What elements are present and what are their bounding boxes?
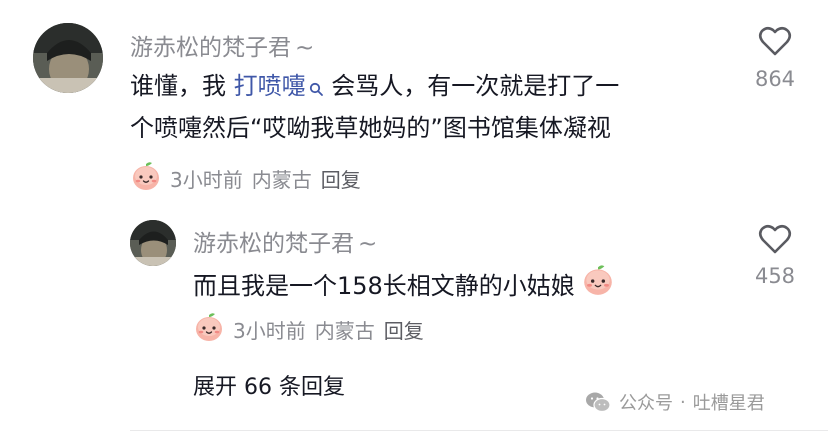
comment-line-1: 谁懂，我 打喷嚏 会骂人，有一次就是打了一 [130, 67, 730, 109]
search-icon [309, 70, 324, 109]
peach-emoji-icon [581, 263, 615, 309]
peach-emoji-icon [193, 311, 225, 348]
expand-replies-button[interactable]: 展开 66 条回复 [193, 369, 345, 401]
reply-location: 内蒙古 [314, 319, 375, 343]
comment-like-button[interactable]: 864 [745, 26, 805, 91]
reply-text-row: 而且我是一个158长相文静的小姑娘 [193, 263, 615, 309]
reply-username-text: 游赤松的梵子君 [193, 231, 354, 257]
reply-reply-button[interactable]: 回复 [384, 315, 424, 344]
comment-meta: 3小时前 内蒙古 回复 [130, 160, 361, 197]
wechat-icon [585, 391, 611, 413]
watermark: 公众号 · 吐槽星君 [585, 389, 765, 415]
reply-username-suffix: ~ [358, 231, 378, 257]
comment-location: 内蒙古 [251, 168, 312, 192]
commenter-username[interactable]: 游赤松的梵子君 ~ [130, 28, 314, 62]
reply-like-button[interactable]: 458 [745, 224, 805, 288]
comment-like-count: 864 [754, 67, 796, 91]
commenter-avatar[interactable] [33, 23, 103, 93]
heart-outline-icon [745, 224, 805, 259]
comment-line-2: 个喷嚏然后“哎呦我草她妈的”图书馆集体凝视 [130, 114, 611, 142]
reply-time: 3小时前 [233, 319, 306, 343]
reply-meta: 3小时前 内蒙古 回复 [193, 311, 424, 348]
comment-time: 3小时前 [170, 168, 243, 192]
reply-like-count: 458 [754, 264, 796, 288]
watermark-name: 吐槽星君 [692, 393, 765, 414]
peach-emoji-icon [130, 160, 162, 197]
reply-username[interactable]: 游赤松的梵子君 ~ [193, 224, 377, 258]
comment-reply-button[interactable]: 回复 [321, 164, 361, 193]
reply-avatar[interactable] [130, 220, 176, 266]
divider [130, 430, 828, 431]
comment-text: 谁懂，我 打喷嚏 会骂人，有一次就是打了一 个喷嚏然后“哎呦我草她妈的”图书馆集… [130, 67, 730, 148]
reply-text: 而且我是一个158长相文静的小姑娘 [193, 271, 575, 300]
watermark-prefix: 公众号 [619, 393, 673, 414]
heart-outline-icon [745, 26, 805, 61]
username-suffix: ~ [295, 35, 315, 61]
search-link[interactable]: 打喷嚏 [234, 72, 324, 100]
watermark-separator: · [680, 391, 686, 413]
username-text: 游赤松的梵子君 [130, 35, 291, 61]
